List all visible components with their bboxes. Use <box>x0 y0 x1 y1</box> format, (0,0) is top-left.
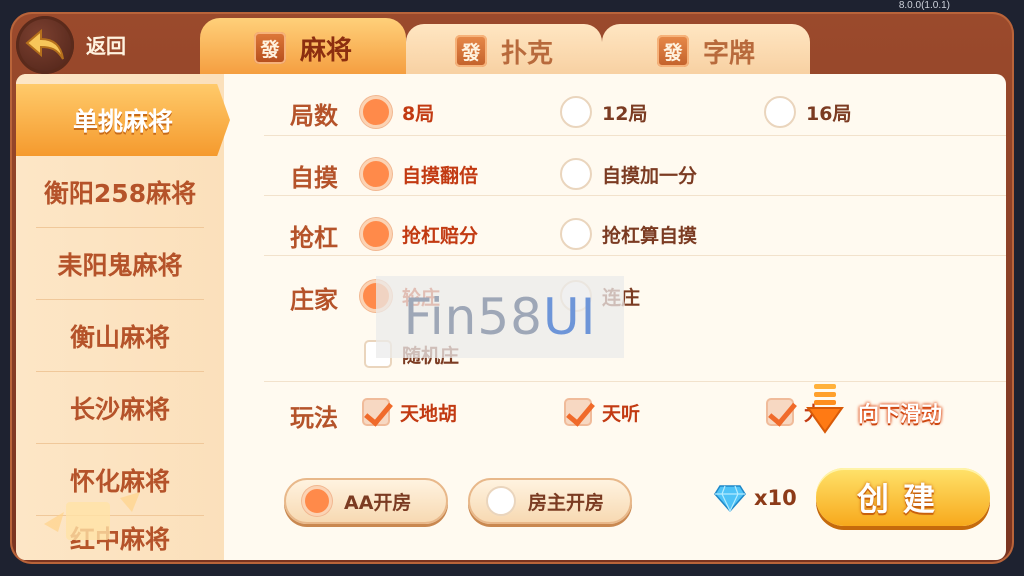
radio-button[interactable] <box>560 96 592 128</box>
qianggang-label: 抢杠 <box>290 224 338 252</box>
radio-button[interactable] <box>360 218 392 250</box>
option-label: 抢杠赔分 <box>402 224 479 247</box>
diamond-icon <box>714 485 746 512</box>
tab-mahjong[interactable]: 發 麻将 <box>200 18 406 78</box>
checkbox[interactable] <box>564 398 592 426</box>
watermark-text-highlight: UI <box>542 288 597 346</box>
version-label: 8.0.0(1.0.1) <box>898 0 950 11</box>
option-label: 12局 <box>602 102 648 125</box>
qianggang-option-pay[interactable]: 抢杠赔分 <box>360 218 478 250</box>
sidebar-item-hengshan[interactable]: 衡山麻将 <box>36 300 204 372</box>
game-type-tabs: 發 麻将 發 扑克 發 字牌 <box>190 18 830 78</box>
scroll-down-arrow-icon <box>806 384 844 434</box>
back-label[interactable]: 返回 <box>86 30 126 59</box>
zimo-option-double[interactable]: 自摸翻倍 <box>360 158 478 190</box>
dealer-label: 庄家 <box>290 286 338 314</box>
back-button[interactable] <box>16 16 74 74</box>
option-label: 16局 <box>806 102 852 125</box>
rounds-row: 局数 8局 12局 16局 <box>264 74 1006 136</box>
sidebar-item-hengyang258[interactable]: 衡阳258麻将 <box>36 156 204 228</box>
option-label: 8局 <box>402 102 435 125</box>
play-option-tianting[interactable]: 天听 <box>564 398 640 426</box>
option-label: 自摸加一分 <box>602 164 698 187</box>
option-label: 自摸翻倍 <box>402 164 479 187</box>
option-label: AA开房 <box>344 491 412 514</box>
tab-label: 字牌 <box>702 38 755 69</box>
qianggang-option-zimo[interactable]: 抢杠算自摸 <box>560 218 697 250</box>
radio-button[interactable] <box>764 96 796 128</box>
radio-button[interactable] <box>360 158 392 190</box>
radio-button[interactable] <box>360 96 392 128</box>
back-arrow-icon <box>25 28 64 60</box>
option-label: 天听 <box>602 402 641 425</box>
mahjong-tile-icon: 發 <box>454 35 487 67</box>
checkbox[interactable] <box>362 398 390 426</box>
owner-room-option[interactable]: 房主开房 <box>468 478 632 524</box>
tab-poker[interactable]: 發 扑克 <box>406 24 602 78</box>
watermark: Fin58 UI <box>376 276 624 358</box>
rounds-label: 局数 <box>290 102 338 130</box>
radio-button[interactable] <box>560 158 592 190</box>
play-option-tiandihu[interactable]: 天地胡 <box>362 398 457 426</box>
checkbox[interactable] <box>766 398 794 426</box>
mahjong-tile-icon: 發 <box>253 32 286 64</box>
sidebar-item-huaihua[interactable]: 怀化麻将 <box>36 444 204 516</box>
watermark-text: Fin58 <box>403 288 543 346</box>
sidebar-item-hongzhong[interactable]: 红中麻将 <box>36 516 204 556</box>
play-label: 玩法 <box>290 404 338 432</box>
radio-button[interactable] <box>560 218 592 250</box>
zimo-label: 自摸 <box>290 164 338 192</box>
option-label: 抢杠算自摸 <box>602 224 698 247</box>
rounds-option-16[interactable]: 16局 <box>764 96 851 128</box>
tab-label: 扑克 <box>500 38 553 69</box>
tab-label: 麻将 <box>299 35 352 66</box>
qianggang-row: 抢杠 抢杠赔分 抢杠算自摸 <box>264 196 1006 256</box>
radio-button[interactable] <box>302 486 332 516</box>
option-label: 房主开房 <box>528 491 605 514</box>
scroll-hint-label: 向下滑动 <box>858 402 942 426</box>
create-room-button[interactable]: 创建 <box>816 468 990 526</box>
aa-room-option[interactable]: AA开房 <box>284 478 448 524</box>
game-list-sidebar: 单挑麻将 衡阳258麻将 耒阳鬼麻将 衡山麻将 长沙麻将 怀化麻将 红中麻将 <box>16 74 230 560</box>
rounds-option-12[interactable]: 12局 <box>560 96 647 128</box>
tab-zipai[interactable]: 發 字牌 <box>602 24 810 78</box>
mahjong-tile-icon: 發 <box>656 35 689 67</box>
cost-amount: x10 <box>754 486 797 510</box>
rounds-option-8[interactable]: 8局 <box>360 96 434 128</box>
zimo-option-plus-one[interactable]: 自摸加一分 <box>560 158 697 190</box>
sidebar-item-dantiao[interactable]: 单挑麻将 <box>16 84 230 156</box>
sidebar-item-changsha[interactable]: 长沙麻将 <box>36 372 204 444</box>
sidebar-item-leiyang[interactable]: 耒阳鬼麻将 <box>36 228 204 300</box>
scroll-down-hint: 向下滑动 <box>806 382 976 438</box>
room-cost: x10 <box>714 484 797 512</box>
zimo-row: 自摸 自摸翻倍 自摸加一分 <box>264 136 1006 196</box>
option-label: 天地胡 <box>400 402 458 425</box>
radio-button[interactable] <box>486 486 516 516</box>
